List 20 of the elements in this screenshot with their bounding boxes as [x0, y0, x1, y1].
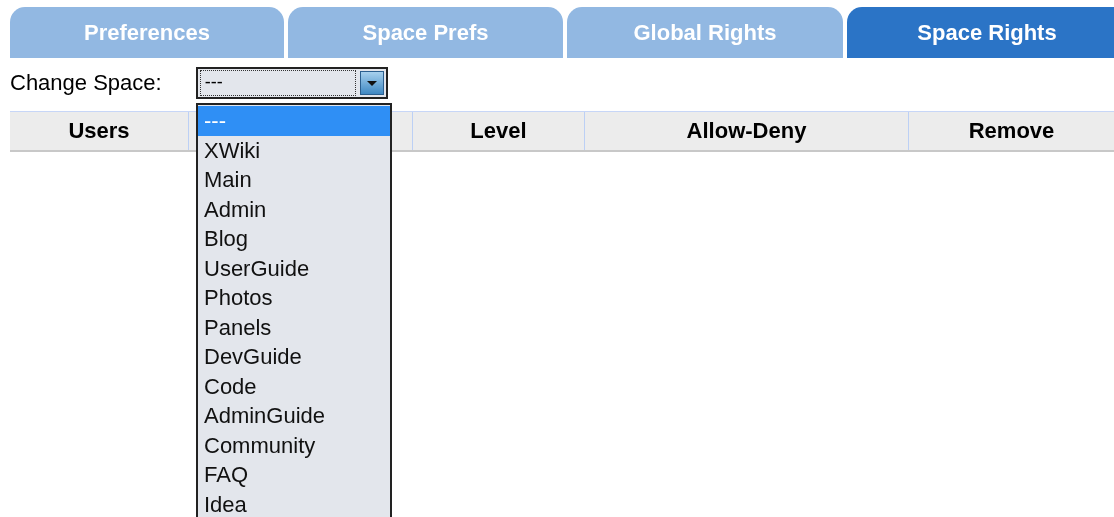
dropdown-option[interactable]: FAQ — [198, 460, 390, 490]
dropdown-option[interactable]: Code — [198, 371, 390, 401]
space-select[interactable]: --- — [195, 67, 388, 99]
tab[interactable]: Space Rights — [847, 7, 1114, 58]
dropdown-option[interactable]: Panels — [198, 312, 390, 342]
dropdown-option[interactable]: Main — [198, 165, 390, 195]
dropdown-option[interactable]: Idea — [198, 489, 390, 517]
dropdown-option[interactable]: Admin — [198, 194, 390, 224]
dropdown-option[interactable]: UserGuide — [198, 253, 390, 283]
dropdown-option[interactable]: Photos — [198, 283, 390, 313]
change-space-label: Change Space: — [10, 70, 162, 96]
dropdown-option[interactable]: XWiki — [198, 135, 390, 165]
column-header: Level — [412, 112, 584, 150]
column-header: Allow-Deny — [584, 112, 908, 150]
dropdown-option[interactable]: Community — [198, 430, 390, 460]
dropdown-option[interactable]: AdminGuide — [198, 401, 390, 431]
dropdown-option[interactable]: DevGuide — [198, 342, 390, 372]
column-header: Users — [67, 117, 131, 145]
dropdown-option[interactable]: Blog — [198, 224, 390, 254]
column-header: Remove — [908, 112, 1114, 150]
